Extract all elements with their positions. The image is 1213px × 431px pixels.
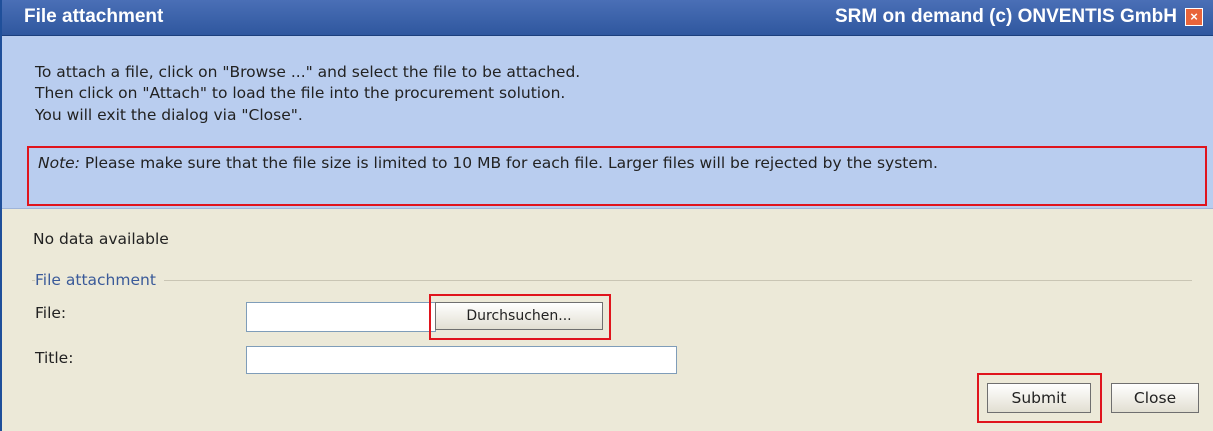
- file-label: File:: [35, 304, 67, 322]
- fieldset-divider: [32, 280, 1192, 281]
- submit-highlight-box: [977, 373, 1102, 423]
- fieldset-legend: File attachment: [35, 271, 164, 289]
- title-bar: File attachment SRM on demand (c) ONVENT…: [2, 0, 1213, 36]
- brand-text: SRM on demand (c) ONVENTIS GmbH: [834, 6, 1177, 27]
- note-label: Note:: [38, 154, 80, 172]
- title-input[interactable]: [246, 346, 677, 374]
- note-text: Note: Please make sure that the file siz…: [38, 152, 1198, 174]
- browse-highlight-box: [429, 294, 611, 340]
- info-line-1: To attach a file, click on "Browse ..." …: [35, 63, 581, 81]
- dialog-title: File attachment: [24, 6, 164, 27]
- file-input[interactable]: [246, 302, 436, 332]
- title-label: Title:: [35, 349, 74, 367]
- close-button[interactable]: Close: [1111, 383, 1199, 413]
- close-icon[interactable]: ×: [1185, 8, 1203, 26]
- info-line-3: You will exit the dialog via "Close".: [35, 106, 303, 124]
- info-line-2: Then click on "Attach" to load the file …: [35, 84, 566, 102]
- note-body: Please make sure that the file size is l…: [79, 154, 938, 172]
- file-attachment-dialog: File attachment SRM on demand (c) ONVENT…: [0, 0, 1213, 431]
- no-data-message: No data available: [33, 230, 169, 248]
